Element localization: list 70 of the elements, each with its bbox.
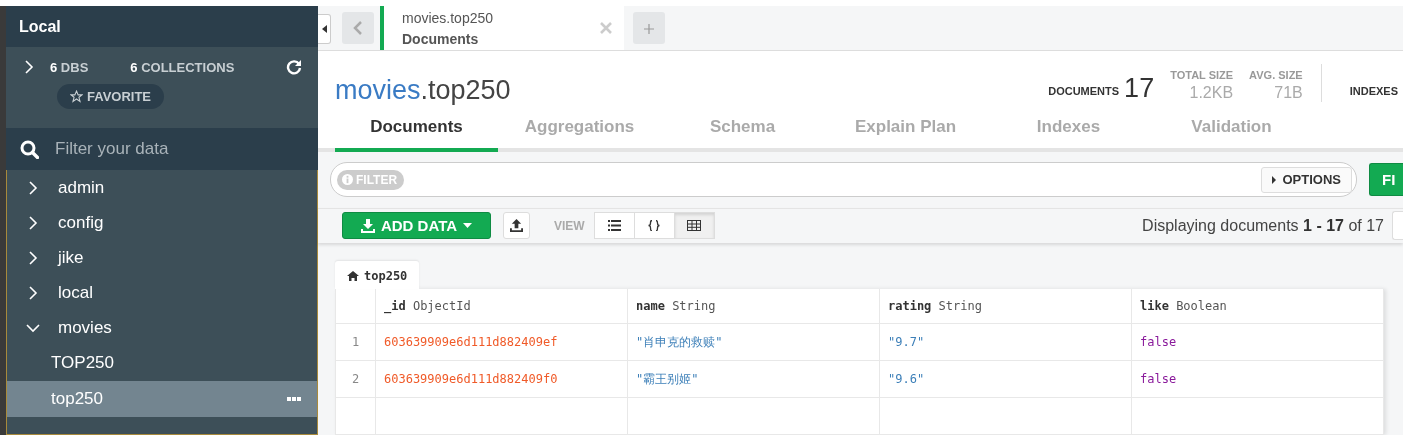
tab[interactable]: Documents xyxy=(335,114,498,153)
column-header: rating String xyxy=(879,289,1132,324)
chevron-right-icon xyxy=(28,179,38,196)
row-number: 1 xyxy=(335,323,376,361)
table-cell: 603639909e6d111d882409f0 xyxy=(375,360,628,398)
tab-namespace: movies.top250 xyxy=(402,9,494,26)
braces-icon xyxy=(648,220,661,232)
stat-label: AVG. SIZE xyxy=(1249,69,1303,82)
upload-icon xyxy=(510,219,523,233)
collection-item[interactable]: TOP250 xyxy=(7,345,317,381)
workspace-tab[interactable]: movies.top250 Documents xyxy=(380,6,624,51)
column-header: name String xyxy=(627,289,880,324)
sidebar-stat: 6 COLLECTIONS xyxy=(130,59,235,75)
filter-field[interactable]: Filter your data xyxy=(6,128,318,170)
chevron-right-icon xyxy=(24,59,34,75)
stat-value: 17 xyxy=(1124,75,1155,103)
options-button[interactable]: OPTIONS xyxy=(1261,166,1352,193)
view-toggle-button[interactable] xyxy=(633,212,675,240)
table-icon xyxy=(687,220,702,232)
favorite-button[interactable]: FAVORITE xyxy=(57,84,165,109)
download-icon xyxy=(360,218,375,233)
refresh-icon[interactable] xyxy=(286,59,302,75)
tab-view-label: Documents xyxy=(402,30,480,47)
chevron-down-icon xyxy=(25,322,41,333)
collection-tab[interactable]: top250 xyxy=(335,261,420,289)
search-icon xyxy=(20,139,39,159)
table-cell: false xyxy=(1131,360,1384,398)
table-cell: "霸王别姬" xyxy=(627,360,880,398)
database-item[interactable]: jike xyxy=(7,240,317,275)
caret-down-icon xyxy=(463,223,473,229)
database-item[interactable]: admin xyxy=(7,170,317,205)
view-toggle-button[interactable] xyxy=(673,212,715,240)
home-icon xyxy=(347,271,359,281)
column-header: _id ObjectId xyxy=(375,289,628,324)
collapse-sidebar-button[interactable] xyxy=(318,14,331,45)
table-cell: "肖申克的救赎" xyxy=(627,323,880,361)
plus-icon xyxy=(644,23,654,34)
chevron-left-icon xyxy=(353,20,363,37)
table-cell: "9.6" xyxy=(879,360,1132,398)
database-item[interactable]: movies xyxy=(7,310,317,345)
filter-input[interactable]: Filter your data xyxy=(53,138,297,160)
column-header: like Boolean xyxy=(1131,289,1384,324)
export-button[interactable] xyxy=(503,212,530,240)
sidebar-stat: 6 DBS xyxy=(50,59,89,75)
table-cell: 603639909e6d111d882409ef xyxy=(375,323,628,361)
view-label: VIEW xyxy=(554,218,585,233)
chevron-right-icon xyxy=(28,284,38,301)
connection-title: Local xyxy=(6,6,318,47)
view-toggle-button[interactable] xyxy=(593,212,635,240)
row-number: 2 xyxy=(335,360,376,398)
caret-left-icon xyxy=(321,25,327,34)
database-item[interactable]: config xyxy=(7,205,317,240)
table-cell: false xyxy=(1131,323,1384,361)
chevron-right-icon xyxy=(28,214,38,231)
collection-title: movies.top250 xyxy=(335,75,511,107)
more-icon[interactable] xyxy=(287,397,301,401)
document-count: Displaying documents 1 - 17 of 17 xyxy=(1142,216,1384,235)
stat-label: DOCUMENTS xyxy=(1048,85,1120,98)
caret-right-icon xyxy=(1272,175,1277,184)
chevron-right-icon xyxy=(28,249,38,266)
stat-label: TOTAL SIZE xyxy=(1170,69,1234,82)
info-icon xyxy=(342,174,353,186)
list-icon xyxy=(607,220,621,232)
star-icon xyxy=(70,90,83,103)
table-cell: "9.7" xyxy=(879,323,1132,361)
stat-value: 71B xyxy=(1274,84,1303,103)
stat-value: 1.2KB xyxy=(1189,84,1234,103)
collection-item[interactable]: top250 xyxy=(7,381,317,417)
stat-label: INDEXES xyxy=(1349,85,1398,98)
database-item[interactable]: local xyxy=(7,275,317,310)
